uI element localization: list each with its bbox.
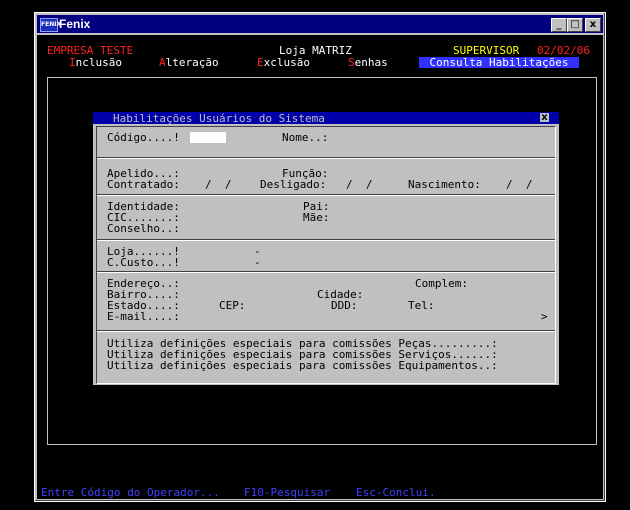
dialog-title-bar: Habilitações Usuários do Sistema x: [93, 112, 559, 124]
menu-exclusao-hotkey: E: [257, 56, 264, 69]
menu-alteracao-hotkey: A: [159, 56, 166, 69]
app-window: FENIX Fenix _ □ x EMPRESA TESTE Loja MAT…: [34, 12, 606, 502]
cep-label: CEP:: [219, 299, 246, 312]
divider: [97, 330, 555, 332]
menu-exclusao-label: xclusão: [263, 56, 310, 69]
menu-senhas-hotkey: S: [348, 56, 355, 69]
menu-alteracao-label: lteração: [165, 56, 219, 69]
menu-senhas-label: enhas: [354, 56, 388, 69]
more-arrow-icon[interactable]: >: [541, 311, 548, 322]
conselho-label: Conselho..:: [107, 222, 180, 235]
menu-inclusao[interactable]: Inclusão: [69, 57, 122, 68]
dialog-close-icon[interactable]: x: [540, 113, 549, 123]
tel-label: Tel:: [408, 299, 435, 312]
contratado-label: Contratado:: [107, 178, 180, 191]
title-bar[interactable]: FENIX Fenix _ □ x: [37, 15, 603, 33]
current-date: 02/02/06: [537, 44, 590, 57]
habilitacoes-dialog: Habilitações Usuários do Sistema x Códig…: [93, 112, 559, 385]
codigo-input[interactable]: [190, 132, 226, 143]
nascimento-date[interactable]: / /: [506, 179, 533, 190]
comissoes-equipamentos: Utiliza definições especiais para comiss…: [107, 359, 498, 372]
window-title: Fenix: [59, 17, 91, 31]
menu-inclusao-label: nclusão: [75, 56, 122, 69]
user-name: SUPERVISOR: [453, 44, 520, 57]
menu-inclusao-hotkey: I: [69, 56, 76, 69]
menu-alteracao[interactable]: Alteração: [159, 57, 219, 68]
close-button[interactable]: x: [585, 18, 601, 32]
esc-close-shortcut[interactable]: Esc-Conclui.: [356, 487, 435, 498]
menu-consulta-habilitacoes[interactable]: Consulta Habilitações: [419, 57, 579, 68]
maximize-button[interactable]: □: [567, 18, 583, 32]
menu-exclusao[interactable]: Exclusão: [257, 57, 310, 68]
divider: [97, 194, 555, 196]
desligado-label: Desligado:: [260, 178, 327, 191]
desligado-date[interactable]: / /: [346, 179, 373, 190]
ccusto-label: C.Custo...!: [107, 256, 180, 269]
nascimento-label: Nascimento:: [408, 178, 481, 191]
ddd-label: DDD:: [331, 299, 358, 312]
codigo-label: Código....!: [107, 131, 180, 144]
divider: [97, 271, 555, 273]
f10-search-shortcut[interactable]: F10-Pesquisar: [244, 487, 330, 498]
dialog-form: Código....! Nome..: Apelido...: Função: …: [96, 126, 556, 384]
nome-label: Nome..:: [282, 131, 329, 144]
divider: [97, 157, 555, 159]
store-name: Loja MATRIZ: [279, 44, 352, 57]
email-label: E-mail....:: [107, 310, 180, 323]
mae-label: Mãe:: [303, 211, 330, 224]
footer-hint: Entre Código do Operador...: [41, 486, 220, 499]
company-name: EMPRESA TESTE: [47, 44, 134, 57]
menu-senhas[interactable]: Senhas: [348, 57, 388, 68]
minimize-button[interactable]: _: [551, 18, 567, 32]
fenix-app-icon[interactable]: FENIX: [40, 18, 61, 32]
terminal-area: EMPRESA TESTE Loja MATRIZ SUPERVISOR 02/…: [37, 35, 603, 499]
ccusto-separator: -: [254, 256, 261, 269]
contratado-date[interactable]: / /: [205, 179, 232, 190]
divider: [97, 239, 555, 241]
dialog-title: Habilitações Usuários do Sistema: [113, 112, 325, 125]
complem-label: Complem:: [415, 277, 468, 290]
